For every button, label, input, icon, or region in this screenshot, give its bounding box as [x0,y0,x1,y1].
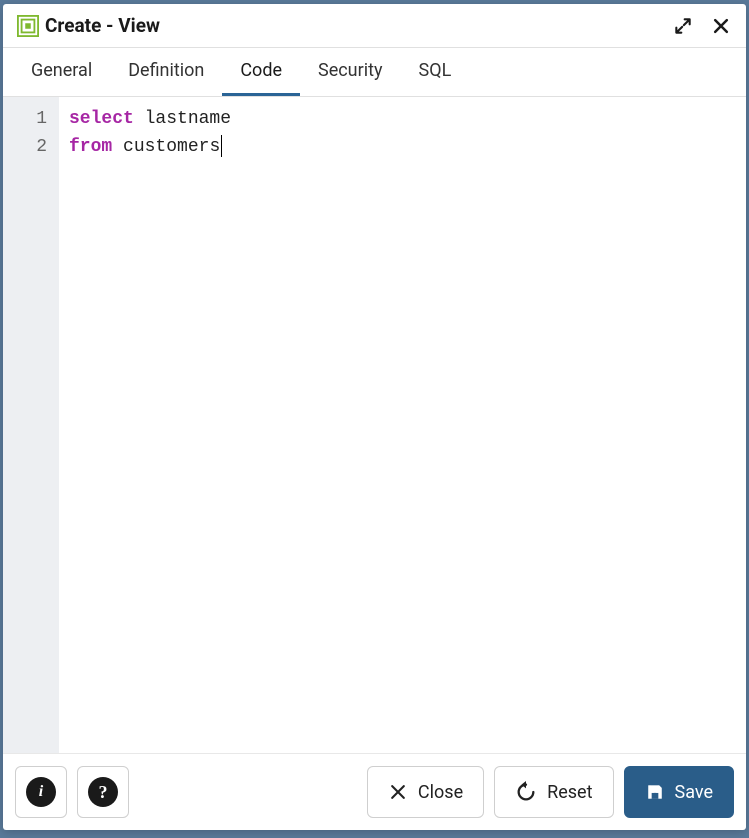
maximize-button[interactable] [672,15,694,37]
code-line[interactable]: from customers [69,133,736,161]
titlebar: Create - View [3,4,746,48]
expand-icon [673,16,693,36]
save-button[interactable]: Save [624,766,735,818]
tab-general[interactable]: General [13,48,110,96]
tab-code[interactable]: Code [222,48,300,96]
dialog-footer: i ? Close Reset [3,753,746,830]
close-icon [711,16,731,36]
info-icon: i [26,777,56,807]
pgadmin-logo-icon [17,15,39,37]
line-number: 2 [11,133,47,161]
save-button-label: Save [675,782,714,803]
text-cursor [221,135,222,157]
sql-info-button[interactable]: i [15,766,67,818]
help-icon: ? [88,777,118,807]
tab-definition[interactable]: Definition [110,48,222,96]
code-editor[interactable]: 12 select lastnamefrom customers [3,97,746,753]
reset-icon [515,781,537,803]
save-icon [645,782,665,802]
close-button-label: Close [418,782,463,803]
tabs: General Definition Code Security SQL [3,48,746,97]
x-icon [388,782,408,802]
create-view-dialog: Create - View General Definition Code Se… [3,4,746,830]
reset-button[interactable]: Reset [494,766,613,818]
close-dialog-button[interactable] [710,15,732,37]
tab-security[interactable]: Security [300,48,400,96]
dialog-title: Create - View [45,14,672,37]
line-number: 1 [11,105,47,133]
close-button[interactable]: Close [367,766,484,818]
line-number-gutter: 12 [3,97,59,753]
code-area[interactable]: select lastnamefrom customers [59,97,746,753]
titlebar-actions [672,15,732,37]
code-line[interactable]: select lastname [69,105,736,133]
help-button[interactable]: ? [77,766,129,818]
tab-sql[interactable]: SQL [401,48,470,96]
reset-button-label: Reset [547,782,592,803]
